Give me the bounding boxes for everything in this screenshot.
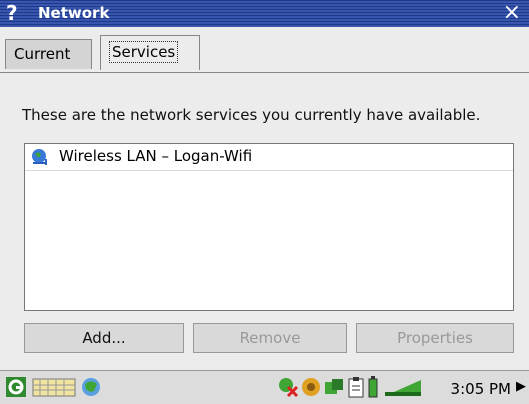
remove-button[interactable]: Remove — [193, 323, 347, 353]
tab-current[interactable]: Current — [5, 39, 92, 69]
tab-services-label: Services — [109, 41, 179, 63]
help-icon[interactable]: ? — [6, 1, 18, 25]
properties-button[interactable]: Properties — [356, 323, 514, 353]
close-icon[interactable]: × — [503, 0, 521, 26]
service-name: Wireless LAN – Logan-Wifi — [59, 147, 253, 165]
services-list[interactable]: Wireless LAN – Logan-Wifi — [24, 143, 514, 311]
network-status-icon[interactable] — [277, 376, 299, 398]
clock[interactable]: 3:05 PM — [451, 380, 511, 398]
services-description: These are the network services you curre… — [22, 106, 481, 124]
taskbar: 3:05 PM ▶ — [0, 370, 529, 404]
tab-divider — [0, 72, 529, 73]
battery-icon[interactable] — [368, 376, 378, 398]
keyboard-icon[interactable] — [32, 376, 76, 398]
signal-icon[interactable] — [383, 376, 423, 398]
sound-icon[interactable] — [300, 376, 322, 398]
list-item[interactable]: Wireless LAN – Logan-Wifi — [25, 144, 513, 171]
arrow-right-icon[interactable]: ▶ — [516, 379, 526, 394]
clipboard-icon[interactable] — [347, 376, 365, 398]
tab-current-label: Current — [14, 45, 71, 63]
tab-services[interactable]: Services — [100, 35, 200, 70]
network-globe-icon — [32, 149, 47, 165]
window-title: Network — [38, 4, 110, 22]
title-bar: ? Network × — [0, 0, 529, 27]
connection-icon[interactable] — [323, 376, 345, 398]
tab-bar: Current Services — [0, 27, 529, 73]
network-monitor-icon[interactable] — [80, 376, 102, 398]
start-icon[interactable] — [5, 376, 27, 398]
add-button[interactable]: Add... — [24, 323, 184, 353]
